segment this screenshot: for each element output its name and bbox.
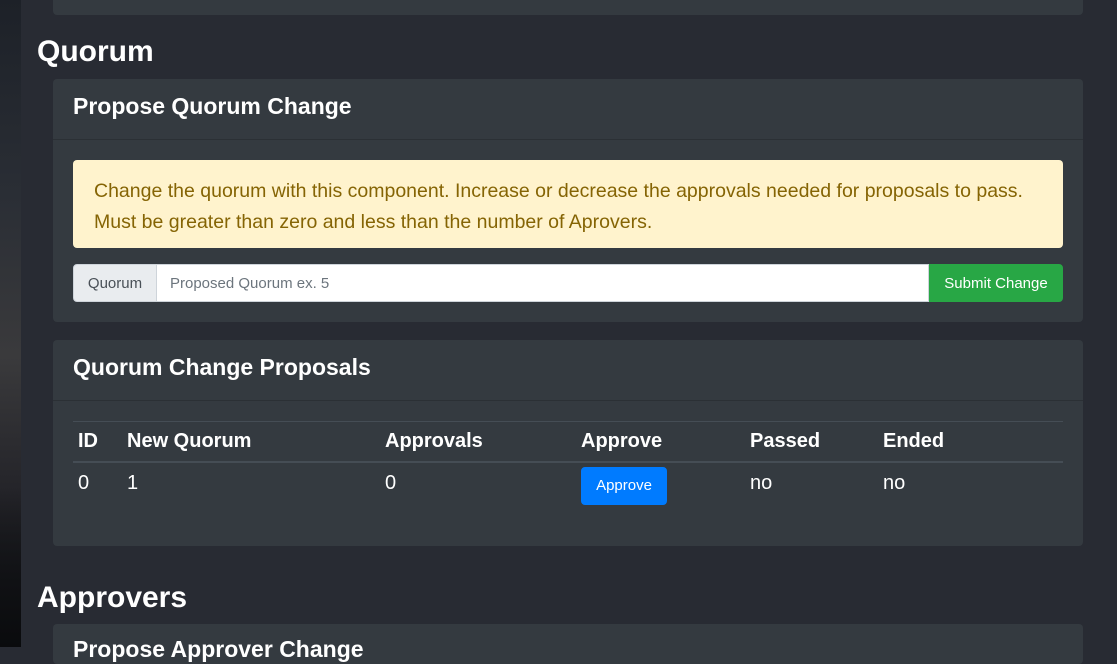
propose-quorum-card-header: Propose Quorum Change bbox=[53, 79, 1083, 140]
propose-approver-card: Propose Approver Change bbox=[53, 624, 1083, 664]
cell-id: 0 bbox=[78, 472, 90, 494]
propose-quorum-title: Propose Quorum Change bbox=[73, 93, 352, 119]
cell-approvals: 0 bbox=[385, 472, 397, 494]
quorum-proposals-title: Quorum Change Proposals bbox=[73, 354, 371, 380]
column-header-approve: Approve bbox=[576, 421, 745, 463]
quorum-proposals-card: Quorum Change Proposals ID New Quorum Ap… bbox=[53, 340, 1083, 546]
background-edge bbox=[0, 0, 21, 647]
propose-approver-title: Propose Approver Change bbox=[73, 636, 364, 662]
quorum-heading: Quorum bbox=[37, 35, 154, 68]
quorum-info-alert: Change the quorum with this component. I… bbox=[73, 160, 1063, 248]
submit-change-button[interactable]: Submit Change bbox=[929, 264, 1063, 302]
cell-new-quorum: 1 bbox=[127, 472, 139, 494]
approve-button[interactable]: Approve bbox=[581, 466, 667, 505]
proposed-quorum-input[interactable] bbox=[157, 264, 929, 302]
table-header-row: ID New Quorum Approvals Approve Passed E… bbox=[73, 421, 1063, 463]
column-header-id: ID bbox=[73, 421, 122, 463]
main-content: Quorum Propose Quorum Change Change the … bbox=[21, 0, 1117, 664]
previous-card bbox=[53, 0, 1083, 15]
quorum-input-label: Quorum bbox=[73, 264, 157, 302]
quorum-input-group: Quorum Submit Change bbox=[73, 264, 1063, 302]
quorum-proposals-table: ID New Quorum Approvals Approve Passed E… bbox=[73, 421, 1063, 505]
propose-quorum-card: Propose Quorum Change Change the quorum … bbox=[53, 79, 1083, 322]
approvers-heading: Approvers bbox=[37, 581, 188, 614]
cell-ended: no bbox=[883, 472, 906, 494]
column-header-ended: Ended bbox=[878, 421, 1063, 463]
cell-passed: no bbox=[750, 472, 773, 494]
column-header-passed: Passed bbox=[745, 421, 878, 463]
table-row: 0 1 0 Approve no no bbox=[73, 462, 1063, 505]
column-header-approvals: Approvals bbox=[380, 421, 576, 463]
column-header-new-quorum: New Quorum bbox=[122, 421, 380, 463]
cell-approve: Approve bbox=[576, 462, 745, 505]
quorum-proposals-card-header: Quorum Change Proposals bbox=[53, 340, 1083, 401]
